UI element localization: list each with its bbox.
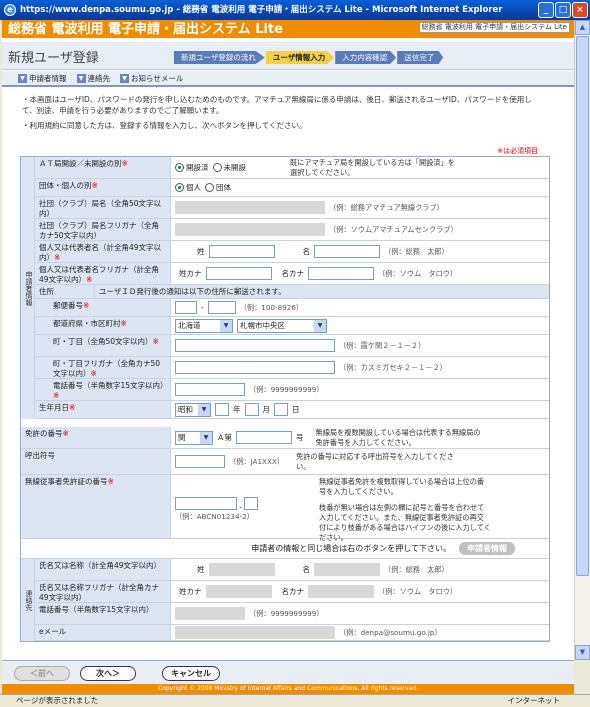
- club-name-label: 社団（クラブ）局名（全角50文字以内）: [35, 197, 171, 218]
- surname-input[interactable]: [208, 245, 275, 258]
- zip-first-input[interactable]: [175, 301, 197, 314]
- contact-given-kana-field: [308, 585, 374, 598]
- nav-contact[interactable]: ▼ 連絡先: [76, 73, 110, 84]
- at-radio-unopened[interactable]: 未開設: [212, 162, 246, 173]
- step-confirm: 入力内容確認: [335, 51, 397, 64]
- phone-input[interactable]: [175, 383, 245, 396]
- zip-label: 郵便番号※: [35, 299, 171, 316]
- town-label: 町・丁目（全角50文字以内）※: [35, 335, 171, 356]
- contact-surname-field: [208, 563, 275, 576]
- step-complete: 送信完了: [397, 51, 444, 64]
- license-region-select[interactable]: 関: [175, 430, 213, 445]
- side-label-applicant: 申請者情報: [21, 157, 35, 419]
- pref-label: 都道府県・市区町村※: [35, 317, 171, 334]
- town-input[interactable]: [175, 339, 335, 352]
- club-kana-label: 社団（クラブ）局名フリガナ（全角カナ50文字以内）: [35, 219, 171, 240]
- window-title: https://www.denpa.soumu.go.jp - 総務省 電波利用…: [20, 5, 503, 15]
- copyright: Copyright © 2008 Ministry of Internal Af…: [2, 684, 574, 694]
- status-text: ページが表示されました: [16, 696, 99, 705]
- same-as-applicant-note: 申請者の情報と同じ場合は右のボタンを押して下さい。: [251, 544, 451, 553]
- down-arrow-icon: ▼: [120, 73, 129, 83]
- side-label-contact: 連絡先: [21, 559, 35, 641]
- era-select[interactable]: 昭和: [175, 402, 211, 417]
- ie-icon: e: [4, 4, 16, 16]
- page-header: 新規ユーザ登録 新規ユーザ登録の流れ ユーザ情報入力 入力内容確認 送信完了: [2, 42, 574, 70]
- scroll-down-arrow-icon[interactable]: ▼: [575, 645, 590, 660]
- license-label: 免許の番号※: [21, 427, 171, 448]
- security-zone: インターネット: [507, 696, 561, 705]
- prefecture-select[interactable]: 北海道: [175, 318, 233, 333]
- operator-branch-input[interactable]: [244, 497, 259, 510]
- at-radio-open[interactable]: 開設済: [175, 162, 209, 173]
- window-titlebar: e https://www.denpa.soumu.go.jp - 総務省 電波…: [0, 0, 590, 20]
- site-subtitle: 総務省 電波利用 電子申請・届出システム Lite: [418, 22, 570, 33]
- given-name-input[interactable]: [314, 245, 380, 258]
- kana-label: 個人又は代表者名フリガナ（計全角49文字以内）※: [35, 263, 171, 284]
- prev-button[interactable]: ＜前へ: [14, 666, 70, 681]
- button-bar: ＜前へ 次へ＞ キャンセル: [2, 660, 574, 684]
- callsign-input[interactable]: [175, 455, 225, 468]
- surname-kana-input[interactable]: [205, 267, 272, 280]
- scroll-up-arrow-icon[interactable]: ▲: [575, 20, 590, 35]
- section-nav: ▼ 申請者情報 ▼ 連絡先 ▼ お知らせメール: [2, 71, 574, 87]
- page-viewport: 総務省 電波利用 電子申請・届出システム Lite 総務省 電波利用 電子申請・…: [2, 20, 574, 660]
- birth-month-input[interactable]: [244, 403, 259, 416]
- address-label: 住所: [35, 285, 95, 298]
- status-bar: ページが表示されました インターネット: [0, 694, 590, 707]
- callsign-label: 呼出符号: [21, 449, 171, 474]
- type-radio-individual[interactable]: 個人: [175, 182, 201, 193]
- site-title: 総務省 電波利用 電子申請・届出システム Lite: [8, 22, 283, 37]
- phone-label: 電話番号（半角数字15文字以内）※: [35, 379, 171, 400]
- club-name-field: [175, 201, 325, 214]
- given-kana-input[interactable]: [308, 267, 374, 280]
- nav-applicant[interactable]: ▼ 申請者情報: [18, 73, 67, 84]
- license-number-input[interactable]: [236, 431, 292, 444]
- operator-number-input[interactable]: [175, 497, 237, 510]
- step-user-info: ユーザ情報入力: [265, 51, 335, 64]
- contact-surname-kana-field: [205, 585, 272, 598]
- registration-form: 申請者情報 ＡＴ局開設／未開設の別※ 開設済 未開設 既にアマチュア局を開設している…: [20, 156, 550, 642]
- birth-day-input[interactable]: [274, 403, 288, 416]
- town-kana-label: 町・丁目フリガナ（全角カナ50文字以内）※: [35, 357, 171, 378]
- site-banner: 総務省 電波利用 電子申請・届出システム Lite 総務省 電波利用 電子申請・…: [2, 20, 574, 40]
- zip-second-input[interactable]: [207, 301, 236, 314]
- type-label: 団体・個人の別※: [35, 179, 171, 196]
- club-kana-field: [175, 223, 325, 236]
- minimize-button[interactable]: _: [538, 2, 554, 18]
- contact-phone-field: [175, 607, 245, 620]
- at-label: ＡＴ局開設／未開設の別※: [35, 157, 171, 178]
- nav-mail[interactable]: ▼ お知らせメール: [120, 73, 183, 84]
- name-label: 個人又は代表者名（計全角49文字以内）※: [35, 241, 171, 262]
- contact-given-field: [314, 563, 380, 576]
- type-radio-group[interactable]: 団体: [205, 182, 231, 193]
- contact-email-field: [175, 626, 335, 639]
- town-kana-input[interactable]: [175, 361, 335, 374]
- close-button[interactable]: ×: [572, 2, 588, 18]
- scroll-thumb[interactable]: [576, 36, 589, 576]
- vertical-scrollbar[interactable]: ▲ ▼: [574, 20, 590, 660]
- intro-text: ・本画面はユーザID、パスワードの発行を申し込むためのものです。アマチュア無線局…: [22, 95, 532, 130]
- address-note: ユーザＩＤ発行後の通知は以下の住所に郵送されます。: [95, 285, 549, 298]
- down-arrow-icon: ▼: [18, 73, 27, 83]
- down-arrow-icon: ▼: [76, 73, 86, 83]
- contact-kana-label: 氏名又は名称フリガナ（計全角カナ49文字以内）: [35, 581, 171, 602]
- copy-applicant-button[interactable]: 申請者情報: [459, 542, 515, 555]
- contact-name-label: 氏名又は名称（計全角49文字以内）: [35, 559, 171, 580]
- birth-label: 生年月日※: [35, 401, 171, 418]
- cancel-button[interactable]: キャンセル: [162, 666, 220, 681]
- birth-year-input[interactable]: [215, 403, 229, 416]
- step-flow[interactable]: 新規ユーザ登録の流れ: [174, 51, 265, 64]
- maximize-button[interactable]: □: [555, 2, 571, 18]
- operator-label: 無線従事者免許証の番号※: [21, 475, 171, 538]
- next-button[interactable]: 次へ＞: [80, 666, 136, 681]
- city-select[interactable]: 札幌市中央区: [237, 318, 327, 333]
- step-indicator: 新規ユーザ登録の流れ ユーザ情報入力 入力内容確認 送信完了: [174, 51, 444, 64]
- required-note: ※は必須項目: [497, 147, 538, 155]
- contact-phone-label: 電話番号（半角数字15文字以内）: [35, 603, 171, 624]
- contact-email-label: eメール: [35, 625, 171, 640]
- page-title: 新規ユーザ登録: [8, 51, 99, 66]
